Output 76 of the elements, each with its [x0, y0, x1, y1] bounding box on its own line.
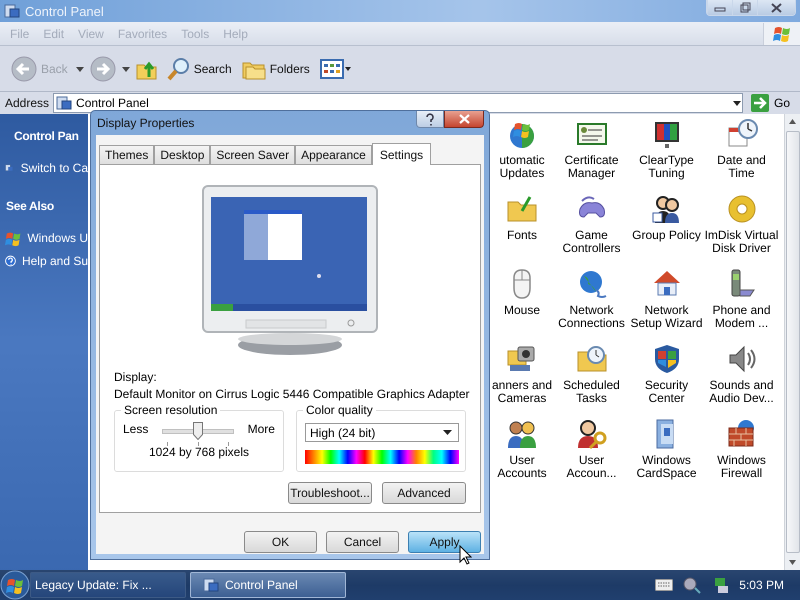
item-label[interactable]: ClearType Tuning: [629, 154, 704, 180]
clock: 5:03 PM: [739, 578, 784, 592]
item-label[interactable]: Security Center: [629, 379, 704, 405]
person-key-icon[interactable]: [576, 418, 608, 450]
folders-button[interactable]: Folders: [238, 56, 313, 82]
item-label[interactable]: Network Setup Wizard: [629, 304, 704, 330]
scrollbar[interactable]: [784, 114, 800, 570]
close-button[interactable]: [444, 111, 484, 128]
disc-icon[interactable]: [726, 193, 758, 225]
resolution-reading: 1024 by 768 pixels: [148, 445, 250, 459]
item-label[interactable]: ImDisk Virtual Disk Driver: [704, 229, 779, 255]
item-label[interactable]: Fonts: [506, 229, 537, 242]
item-label[interactable]: User Accounts: [490, 454, 554, 480]
scroll-thumb[interactable]: [786, 131, 800, 553]
tab[interactable]: Appearance: [295, 145, 372, 164]
dropdown-arrow-icon[interactable]: [443, 430, 452, 436]
item-label[interactable]: Date and Time: [704, 154, 779, 180]
sidebar-link[interactable]: Windows U: [27, 231, 88, 245]
dialog-button[interactable]: Cancel: [326, 531, 399, 553]
dialog-button[interactable]: OK: [244, 531, 317, 553]
dropdown-arrow-icon[interactable]: [732, 98, 742, 108]
item-label[interactable]: Windows Firewall: [704, 454, 779, 480]
sidebar-heading: Control Pan: [14, 129, 80, 143]
item-label[interactable]: utomatic Updates: [490, 154, 554, 180]
help-button[interactable]: [416, 111, 444, 128]
group-title: Screen resolution: [121, 403, 220, 417]
windows-flag-icon: [773, 24, 791, 43]
control-panel-icon[interactable]: [203, 577, 219, 593]
start-button[interactable]: [0, 570, 30, 600]
item-label[interactable]: Phone and Modem ...: [704, 304, 779, 330]
close-icon[interactable]: [771, 2, 782, 12]
address-label: Address: [5, 96, 50, 110]
sidebar-link[interactable]: Help and Su: [22, 254, 88, 268]
dialog-button[interactable]: Advanced: [382, 482, 466, 504]
control-panel-icon: [56, 95, 72, 111]
search-icon[interactable]: [166, 56, 190, 80]
taskbar-button[interactable]: Legacy Update: Fix ...: [30, 572, 186, 598]
item-label[interactable]: Group Policy: [632, 229, 701, 242]
go-button[interactable]: Go: [746, 94, 800, 112]
item-label[interactable]: Game Controllers: [554, 229, 629, 255]
restore-icon[interactable]: [740, 2, 750, 13]
item-label[interactable]: Scheduled Tasks: [554, 379, 629, 405]
keyboard-icon[interactable]: [655, 579, 674, 591]
address-field[interactable]: Control Panel: [53, 93, 743, 113]
search-button[interactable]: Search: [162, 54, 235, 82]
tab[interactable]: Settings: [372, 143, 432, 165]
arrow-icon[interactable]: [750, 94, 769, 112]
taskbar-button[interactable]: Control Panel: [190, 572, 346, 598]
less-label: Less: [123, 422, 148, 436]
item-label[interactable]: Certificate Manager: [554, 154, 629, 180]
help-icon[interactable]: [425, 112, 435, 126]
control-panel-icon: [4, 3, 20, 19]
item-label[interactable]: Network Connections: [554, 304, 629, 330]
item-label[interactable]: User Accoun...: [554, 454, 629, 480]
item-label[interactable]: Windows CardSpace: [629, 454, 704, 480]
item-label[interactable]: Mouse: [504, 304, 540, 317]
dialog-title: Display Properties: [96, 116, 196, 130]
window-title: Control Panel: [25, 4, 105, 18]
group-title: Color quality: [303, 403, 376, 417]
slider-thumb[interactable]: [193, 422, 203, 440]
network-tray-icon[interactable]: [713, 576, 730, 594]
item-label[interactable]: Sounds and Audio Dev...: [704, 379, 779, 405]
resolution-slider[interactable]: [162, 422, 234, 448]
dialog-button[interactable]: Troubleshoot...: [288, 482, 372, 504]
tab[interactable]: Desktop: [154, 145, 210, 164]
tab[interactable]: Screen Saver: [210, 145, 296, 164]
tab[interactable]: Themes: [99, 145, 154, 164]
minimize-button[interactable]: [707, 0, 732, 15]
color-quality-dropdown[interactable]: High (24 bit): [305, 423, 459, 442]
display-label: Display:: [114, 370, 158, 384]
sidebar-heading: See Also: [6, 199, 55, 213]
sidebar-link[interactable]: Switch to Ca: [20, 161, 88, 175]
item-label[interactable]: anners and Cameras: [490, 379, 554, 405]
dialog-button[interactable]: Apply: [408, 531, 481, 553]
more-label: More: [248, 422, 275, 436]
restore-button[interactable]: [732, 0, 757, 15]
